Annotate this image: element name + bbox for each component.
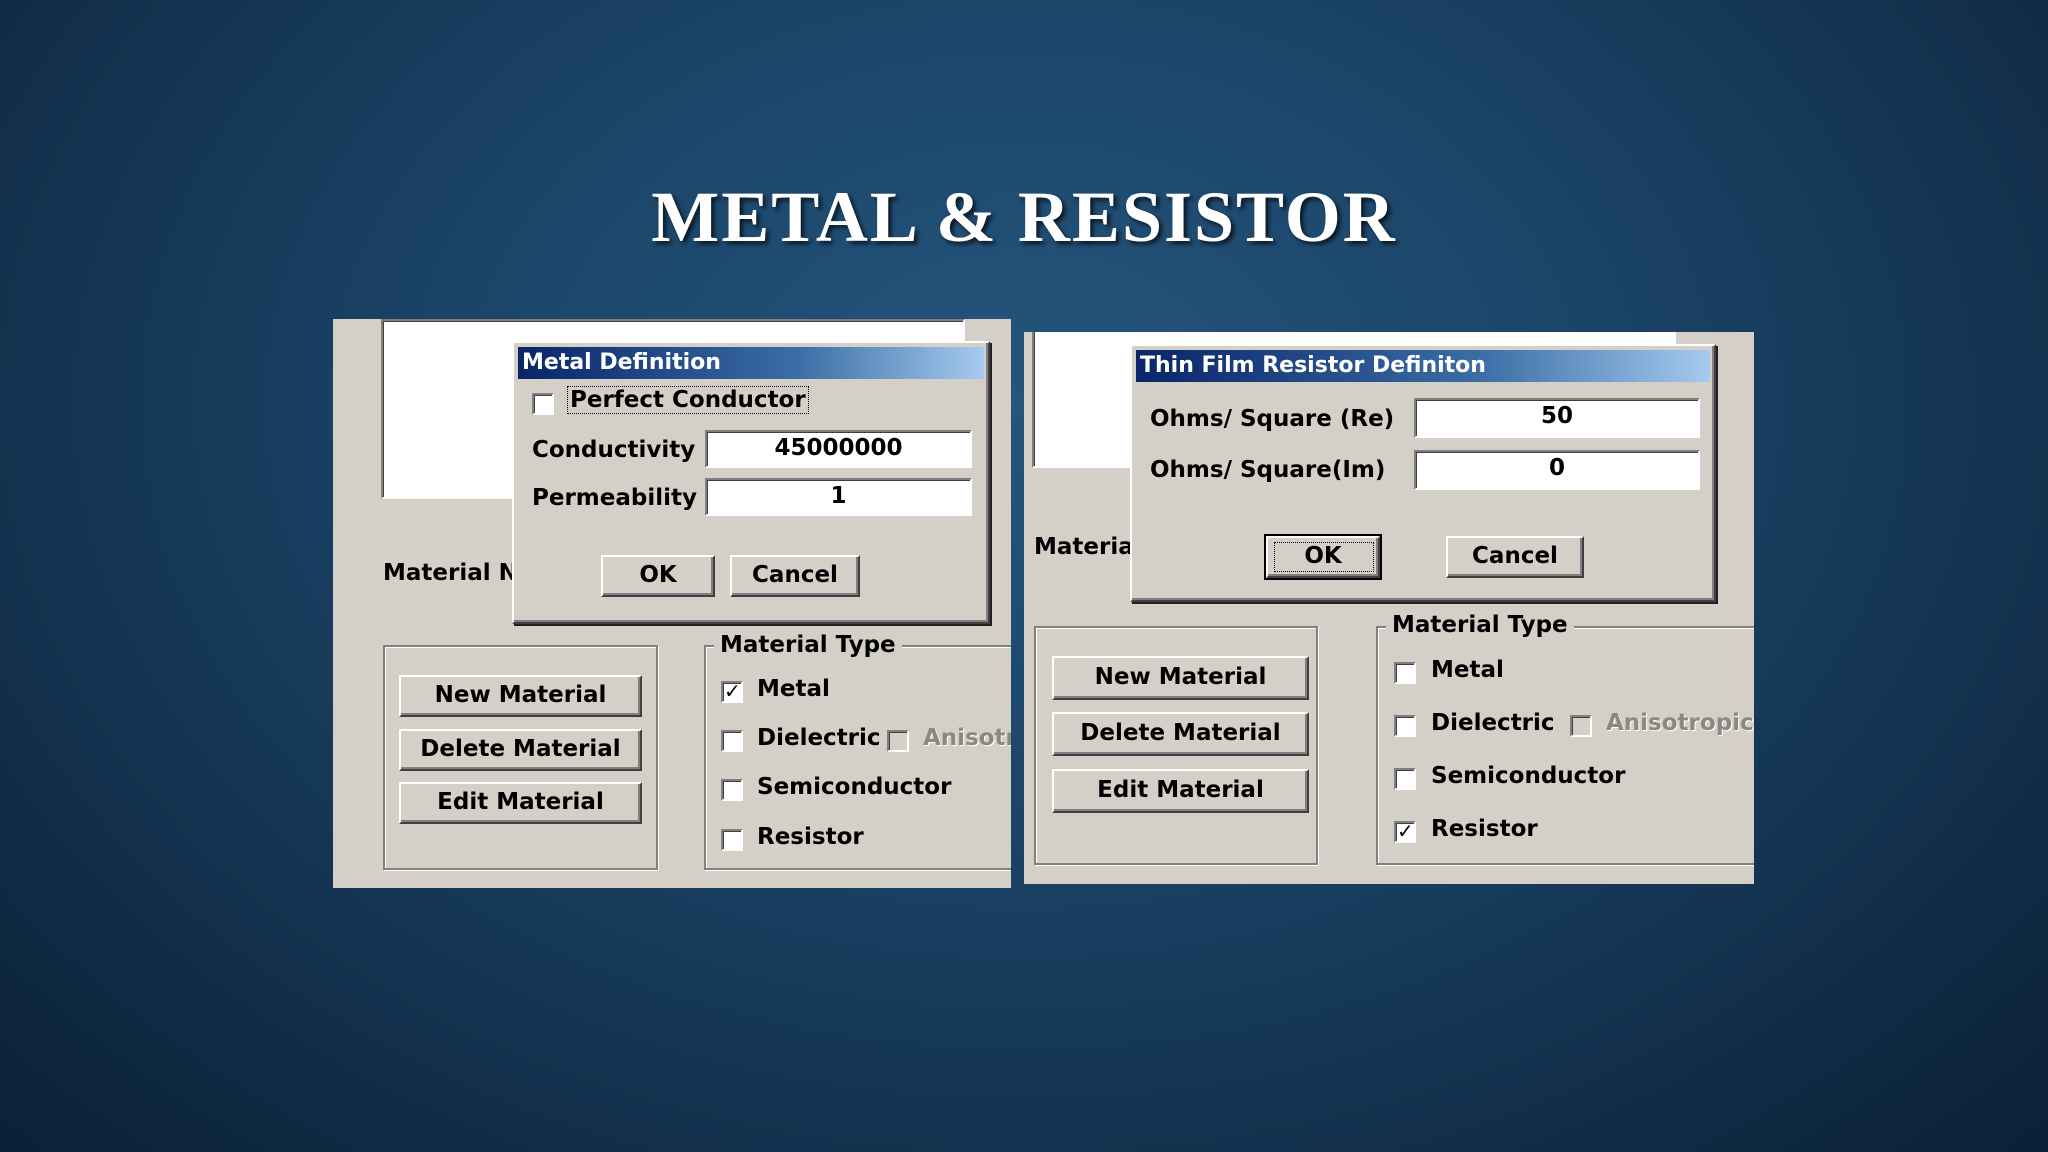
resistor-screenshot: Material New Material Delete Material Ed… — [1024, 332, 1754, 884]
metal-checkbox[interactable] — [1394, 662, 1416, 684]
delete-material-button[interactable]: Delete Material — [1052, 712, 1309, 756]
resistor-label: Resistor — [757, 824, 864, 850]
conductivity-label: Conductivity — [532, 437, 696, 463]
resistor-checkbox[interactable] — [721, 829, 743, 851]
ohms-im-field[interactable]: 0 — [1414, 450, 1700, 490]
semiconductor-label: Semiconductor — [757, 774, 952, 800]
dialog-titlebar: Metal Definition — [518, 347, 984, 379]
thin-film-resistor-dialog: Thin Film Resistor Definiton Ohms/ Squar… — [1130, 344, 1716, 602]
dielectric-label: Dielectric — [1431, 710, 1555, 736]
new-material-button[interactable]: New Material — [1052, 656, 1309, 700]
metal-label: Metal — [1431, 657, 1504, 683]
permeability-field[interactable]: 1 — [705, 478, 972, 516]
cancel-button[interactable]: Cancel — [730, 555, 860, 597]
metal-label: Metal — [757, 676, 830, 702]
edit-material-button[interactable]: Edit Material — [1052, 769, 1309, 813]
ohms-re-field[interactable]: 50 — [1414, 398, 1700, 438]
semiconductor-checkbox[interactable] — [1394, 768, 1416, 790]
perfect-conductor-label: Perfect Conductor — [567, 386, 809, 414]
permeability-label: Permeability — [532, 485, 697, 511]
metal-checkbox[interactable]: ✓ — [721, 679, 743, 703]
anisotropic-checkbox[interactable] — [1570, 715, 1592, 737]
semiconductor-label: Semiconductor — [1431, 763, 1626, 789]
checkmark-icon: ✓ — [1397, 819, 1414, 843]
conductivity-field[interactable]: 45000000 — [705, 430, 972, 468]
new-material-button[interactable]: New Material — [399, 675, 642, 717]
resistor-label: Resistor — [1431, 816, 1538, 842]
dielectric-checkbox[interactable] — [1394, 715, 1416, 737]
material-type-label: Material Type — [714, 632, 902, 658]
metal-definition-dialog: Metal Definition Perfect Conductor Condu… — [512, 341, 990, 624]
ok-button[interactable]: OK — [601, 555, 715, 597]
dielectric-checkbox[interactable] — [721, 730, 743, 752]
delete-material-button[interactable]: Delete Material — [399, 729, 642, 771]
ohms-im-label: Ohms/ Square(Im) — [1150, 457, 1386, 483]
anisotropic-label: Anisotropic — [1606, 710, 1754, 736]
dielectric-label: Dielectric — [757, 725, 881, 751]
material-type-label: Material Type — [1386, 612, 1574, 638]
material-name-label: Material — [1034, 534, 1142, 560]
cancel-button[interactable]: Cancel — [1446, 536, 1584, 578]
ohms-re-label: Ohms/ Square (Re) — [1150, 406, 1395, 432]
edit-material-button[interactable]: Edit Material — [399, 782, 642, 824]
metal-screenshot: Material Nar New Material Delete Materia… — [333, 319, 1011, 888]
semiconductor-checkbox[interactable] — [721, 779, 743, 801]
resistor-checkbox[interactable]: ✓ — [1394, 819, 1416, 843]
dialog-titlebar: Thin Film Resistor Definiton — [1136, 350, 1710, 382]
anisotropic-label: Anisotro — [923, 725, 1011, 751]
checkmark-icon: ✓ — [724, 679, 741, 703]
perfect-conductor-checkbox[interactable] — [532, 393, 554, 415]
slide-title: METAL & RESISTOR — [651, 177, 1397, 257]
ok-focus-ring — [1274, 542, 1374, 572]
anisotropic-checkbox[interactable] — [887, 730, 909, 752]
